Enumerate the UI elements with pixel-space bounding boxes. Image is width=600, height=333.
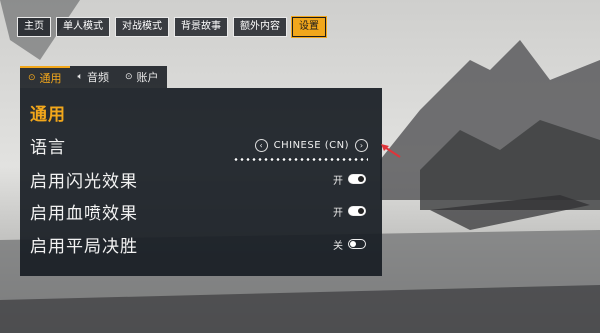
flash-effect-toggle[interactable] xyxy=(348,174,366,184)
flash-effect-toggle-wrap[interactable]: 开 xyxy=(333,172,366,187)
blood-effect-state: 开 xyxy=(333,207,343,219)
flash-effect-state: 开 xyxy=(333,175,343,187)
tab-general[interactable]: ⊙ 通用 xyxy=(20,66,70,88)
top-navigation: 主页 单人模式 对战模式 背景故事 额外内容 设置 xyxy=(17,16,327,38)
account-icon: ⊙ xyxy=(124,72,133,82)
language-selector[interactable]: ‹ CHINESE (CN) › xyxy=(232,138,368,161)
nav-versus-button[interactable]: 对战模式 xyxy=(115,17,169,37)
toggle-knob xyxy=(358,176,364,182)
blood-effect-toggle-wrap[interactable]: 开 xyxy=(333,204,366,219)
nav-extras-button[interactable]: 额外内容 xyxy=(233,17,287,37)
tab-general-label: 通用 xyxy=(39,72,62,85)
toggle-knob xyxy=(350,241,356,247)
tab-audio[interactable]: 🔈︎ 音频 xyxy=(69,66,117,88)
flash-effect-row[interactable]: 启用闪光效果 开 xyxy=(30,164,372,194)
language-value: CHINESE (CN) xyxy=(273,139,349,151)
nav-settings-button[interactable]: 设置 xyxy=(291,16,327,38)
tab-account[interactable]: ⊙ 账户 xyxy=(116,66,167,88)
language-label: 语言 xyxy=(30,137,66,158)
tiebreaker-label: 启用平局决胜 xyxy=(30,236,138,257)
section-title: 通用 xyxy=(30,105,66,125)
annotation-arrow-icon xyxy=(381,144,401,158)
tab-account-label: 账户 xyxy=(136,71,159,84)
tiebreaker-row[interactable]: 启用平局决胜 关 xyxy=(30,229,372,259)
flash-effect-label: 启用闪光效果 xyxy=(30,171,138,192)
settings-panel: 通用 语言 ‹ CHINESE (CN) › 启用闪光效果 开 启用血喷效果 开… xyxy=(20,88,382,276)
blood-effect-row[interactable]: 启用血喷效果 开 xyxy=(30,196,372,226)
language-next-icon[interactable]: › xyxy=(355,138,368,152)
gear-icon: ⊙ xyxy=(28,73,36,83)
settings-tabs: ⊙ 通用 🔈︎ 音频 ⊙ 账户 xyxy=(20,66,167,88)
nav-singleplayer-button[interactable]: 单人模式 xyxy=(56,17,110,37)
nav-story-button[interactable]: 背景故事 xyxy=(174,17,228,37)
tiebreaker-toggle-wrap[interactable]: 关 xyxy=(333,237,366,252)
speaker-icon: 🔈︎ xyxy=(77,72,83,82)
tiebreaker-toggle[interactable] xyxy=(348,239,366,249)
language-dotted-underline xyxy=(232,157,368,161)
nav-home-button[interactable]: 主页 xyxy=(17,17,51,37)
tiebreaker-state: 关 xyxy=(333,240,343,252)
toggle-knob xyxy=(358,208,364,214)
language-prev-icon[interactable]: ‹ xyxy=(254,138,268,152)
blood-effect-label: 启用血喷效果 xyxy=(30,203,138,224)
blood-effect-toggle[interactable] xyxy=(348,206,366,216)
language-row[interactable]: 语言 ‹ CHINESE (CN) › xyxy=(30,130,372,161)
tab-audio-label: 音频 xyxy=(86,71,109,84)
